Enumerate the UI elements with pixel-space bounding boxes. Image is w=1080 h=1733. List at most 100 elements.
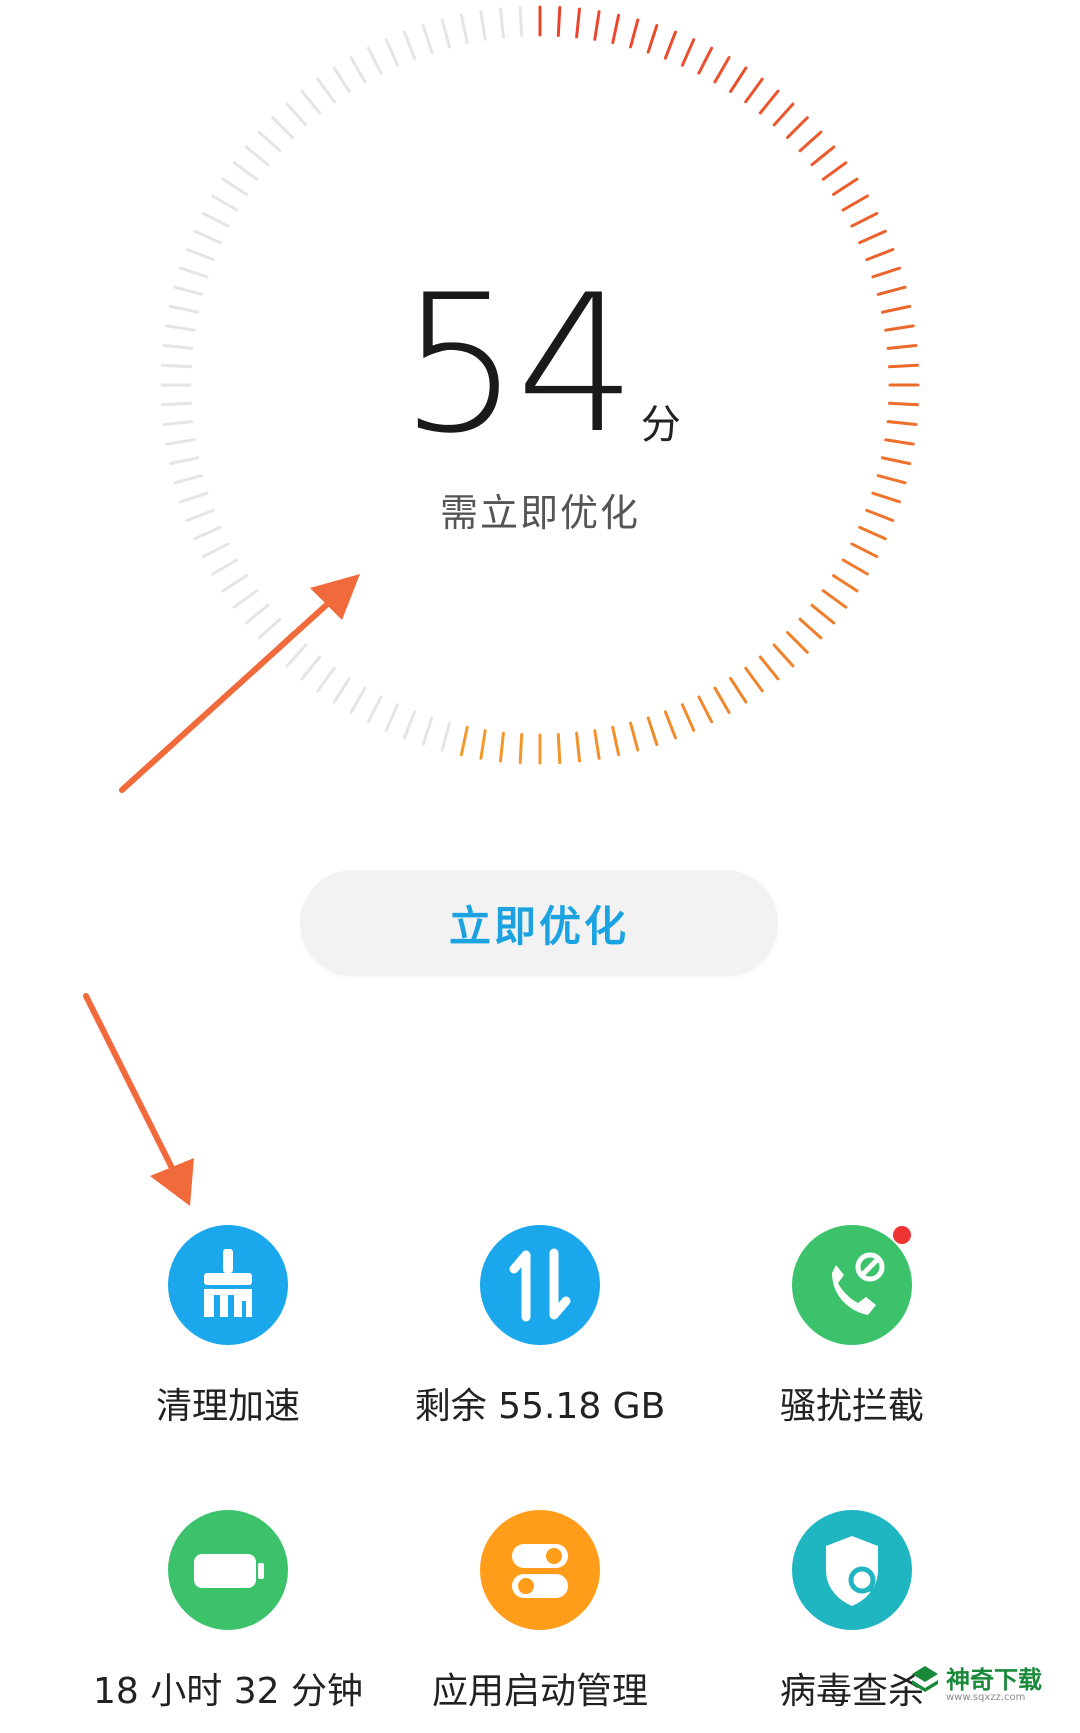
score-value: 54 [399, 254, 637, 475]
score-display: 54 分 [0, 270, 1080, 460]
gauge-tick-active [772, 102, 795, 127]
gauge-tick-inactive [221, 574, 248, 593]
gauge-tick-active [556, 6, 562, 37]
gauge-tick-inactive [244, 603, 270, 625]
gauge-tick-inactive [285, 643, 308, 668]
gauge-tick-active [798, 130, 823, 153]
gauge-tick-active [697, 46, 714, 75]
watermark-logo-icon [912, 1666, 938, 1692]
gauge-tick-active [556, 733, 562, 764]
gauge-tick-inactive [349, 56, 367, 84]
gauge-tick-active [729, 677, 748, 704]
gauge-tick-active [593, 729, 601, 760]
gauge-tick-inactive [421, 716, 434, 746]
gauge-tick-active [729, 66, 748, 93]
gauge-tick-inactive [244, 145, 270, 167]
gauge-tick-inactive [193, 229, 222, 245]
gauge-tick-inactive [459, 13, 469, 45]
gauge-tick-inactive [221, 177, 248, 196]
toggle-switches-icon [480, 1510, 600, 1630]
gauge-tick-inactive [384, 38, 400, 67]
gauge-tick-active [646, 716, 659, 746]
tool-app-launch[interactable]: 应用启动管理 [360, 1510, 720, 1733]
gauge-tick-active [850, 211, 879, 228]
gauge-tick-inactive [211, 558, 239, 576]
gauge-tick-active [499, 731, 505, 763]
gauge-tick-active [575, 7, 581, 39]
gauge-tick-inactive [257, 130, 282, 153]
gauge-tick-inactive [201, 542, 230, 559]
gauge-tick-active [744, 666, 764, 693]
gauge-tick-active [713, 56, 731, 84]
tool-harassment-block-label: 骚扰拦截 [779, 1386, 924, 1427]
gauge-tick-active [611, 13, 621, 45]
gauge-tick-active [832, 574, 859, 593]
watermark-url: www.sqxzz.com [946, 1692, 1026, 1703]
gauge-tick-inactive [300, 89, 322, 115]
gauge-tick-inactive [316, 666, 336, 693]
gauge-tick-inactive [403, 710, 417, 740]
gauge-tick-active [575, 731, 581, 763]
gauge-tick-inactive [316, 77, 336, 104]
notification-badge [893, 1226, 911, 1244]
tool-app-launch-label: 应用启动管理 [431, 1671, 648, 1712]
gauge-tick-active [841, 194, 869, 212]
gauge-tick-inactive [257, 617, 282, 640]
battery-icon [168, 1510, 288, 1630]
tool-storage[interactable]: 剩余 55.18 GB [360, 1225, 720, 1465]
tool-cleanup[interactable]: 清理加速 [48, 1225, 408, 1465]
gauge-tick-active [841, 558, 869, 576]
gauge-tick-inactive [201, 211, 230, 228]
gauge-tick-inactive [332, 677, 351, 704]
gauge-tick-inactive [518, 6, 524, 37]
gauge-tick-inactive [285, 102, 308, 127]
gauge-tick-active [865, 248, 895, 262]
phone-block-icon [792, 1225, 912, 1345]
gauge-tick-active [821, 161, 848, 181]
score-status: 需立即优化 [439, 491, 640, 535]
gauge-tick-active [680, 38, 696, 67]
tool-battery-label: 18 小时 32 分钟 [93, 1671, 363, 1712]
gauge-tick-active [629, 721, 640, 752]
gauge-tick-active [646, 24, 659, 54]
gauge-tick-inactive [332, 66, 351, 93]
gauge-tick-inactive [185, 248, 215, 262]
gauge-tick-active [810, 603, 836, 625]
gauge-tick-active [593, 10, 601, 41]
gauge-tick-active [713, 686, 731, 714]
gauge-tick-active [459, 725, 469, 757]
gauge-tick-inactive [271, 631, 294, 654]
gauge-tick-active [810, 145, 836, 167]
gauge-tick-active [611, 725, 621, 757]
optimize-now-button[interactable]: 立即优化 [300, 870, 778, 976]
gauge-tick-inactive [499, 7, 505, 39]
watermark: 神奇下载 www.sqxzz.com [910, 1658, 1070, 1718]
tool-storage-label: 剩余 55.18 GB [414, 1386, 666, 1427]
gauge-tick-active [798, 617, 823, 640]
gauge-tick-inactive [384, 703, 400, 732]
gauge-tick-inactive [403, 30, 417, 60]
shield-search-icon [792, 1510, 912, 1630]
tool-battery[interactable]: 18 小时 32 分钟 [48, 1510, 408, 1733]
gauge-tick-active [786, 116, 809, 139]
gauge-tick-active [680, 703, 696, 732]
gauge-tick-inactive [479, 10, 487, 41]
gauge-tick-inactive [211, 194, 239, 212]
gauge-tick-inactive [271, 116, 294, 139]
gauge-tick-inactive [366, 695, 383, 724]
broom-icon [168, 1225, 288, 1345]
gauge-tick-active [744, 77, 764, 104]
gauge-tick-active [758, 655, 780, 681]
gauge-tick-active [663, 30, 677, 60]
gauge-tick-inactive [300, 655, 322, 681]
gauge-tick-inactive [349, 686, 367, 714]
gauge-tick-active [786, 631, 809, 654]
gauge-tick-inactive [421, 24, 434, 54]
gauge-tick-active [758, 89, 780, 115]
gauge-tick-active [629, 18, 640, 49]
gauge-tick-active [850, 542, 879, 559]
tool-harassment-block[interactable]: 骚扰拦截 [672, 1225, 1032, 1465]
transfer-arrows-icon [480, 1225, 600, 1345]
score-unit: 分 [640, 402, 681, 448]
gauge-tick-inactive [440, 18, 451, 49]
